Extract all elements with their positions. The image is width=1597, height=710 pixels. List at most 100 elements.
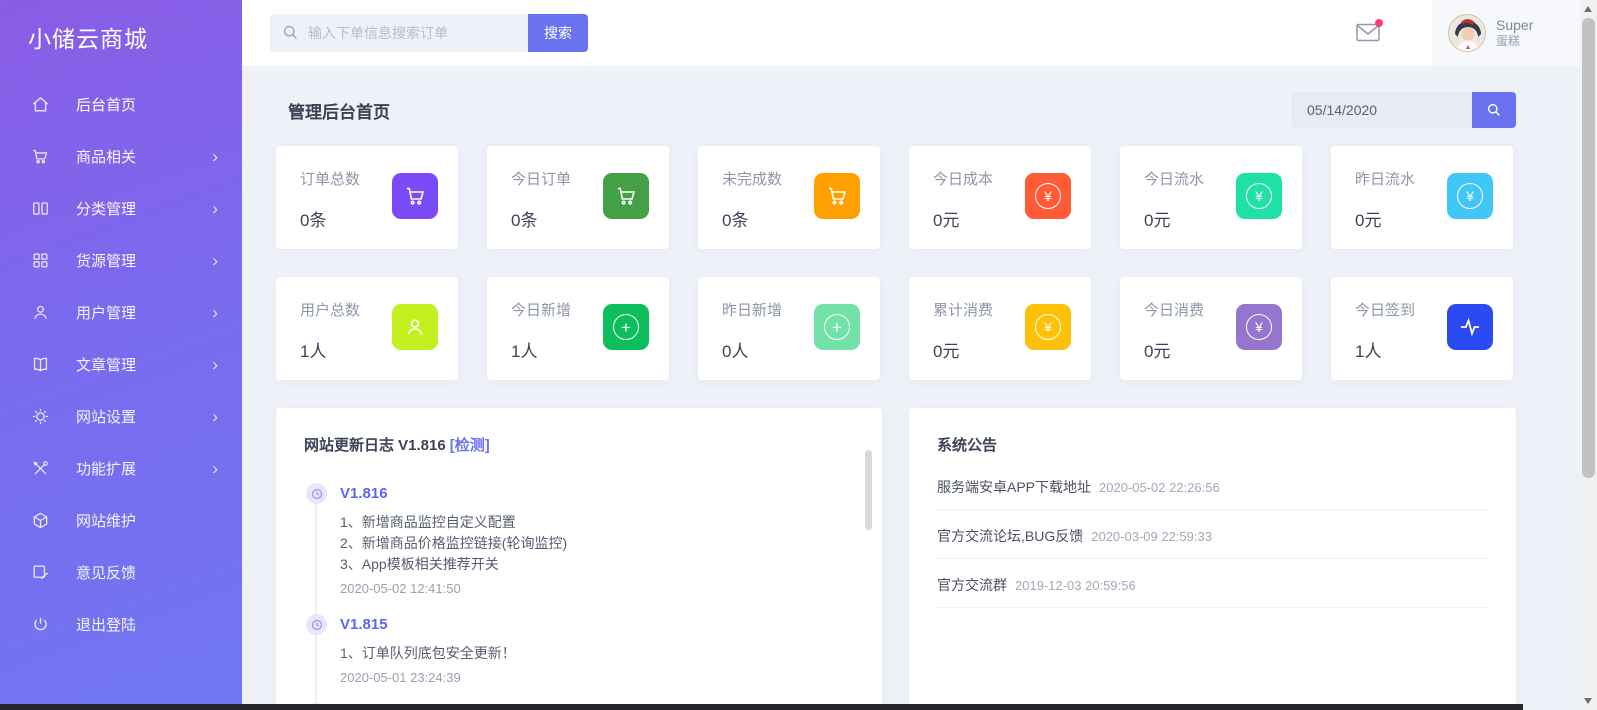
home-icon (30, 94, 50, 114)
sidebar-item-products[interactable]: 商品相关 › (0, 130, 242, 182)
announcement-time: 2019-12-03 20:59:56 (1015, 578, 1136, 593)
clock-icon (306, 614, 327, 635)
chevron-right-icon: › (212, 356, 218, 373)
panel-scrollbar-thumb[interactable] (865, 450, 872, 530)
stat-card-today-orders: 今日订单 0条 (487, 146, 669, 249)
sidebar-item-maintenance[interactable]: 网站维护 (0, 494, 242, 546)
sidebar-item-articles[interactable]: 文章管理 › (0, 338, 242, 390)
changelog-panel: 网站更新日志 V1.816[检测] V1.816 1、新增商品监控自定义配置 2… (276, 408, 882, 710)
stat-label: 累计消费 (933, 299, 993, 320)
stat-card-today-spend: 今日消费 0元 ¥ (1120, 277, 1302, 380)
announcement-time: 2020-05-02 22:26:56 (1099, 480, 1220, 495)
sidebar-item-extensions[interactable]: 功能扩展 › (0, 442, 242, 494)
power-icon (30, 614, 50, 634)
stat-value: 0元 (1144, 206, 1170, 231)
stat-value: 1人 (1355, 337, 1381, 362)
sidebar-item-users[interactable]: 用户管理 › (0, 286, 242, 338)
change-item: 1、订单队列底包安全更新！ (340, 643, 882, 664)
stat-value: 0元 (933, 337, 959, 362)
sidebar-item-label: 退出登陆 (76, 614, 136, 635)
chevron-right-icon: › (212, 304, 218, 321)
sidebar-item-feedback[interactable]: 意见反馈 (0, 546, 242, 598)
announcements-panel: 系统公告 服务端安卓APP下载地址 2020-05-02 22:26:56 官方交… (909, 408, 1516, 710)
gear-icon (30, 406, 50, 426)
sidebar-item-label: 功能扩展 (76, 458, 136, 479)
stat-label: 用户总数 (300, 299, 360, 320)
scroll-down-arrow-icon[interactable] (1584, 698, 1592, 704)
sidebar-item-logout[interactable]: 退出登陆 (0, 598, 242, 650)
date-search-button[interactable] (1472, 92, 1516, 128)
stat-value: 0元 (1355, 206, 1381, 231)
tools-icon (30, 458, 50, 478)
plus-icon: + (814, 304, 860, 350)
announcement-text: 官方交流论坛,BUG反馈 (937, 528, 1083, 544)
announcement-text: 官方交流群 (937, 577, 1007, 593)
chevron-right-icon: › (212, 460, 218, 477)
sidebar-item-label: 商品相关 (76, 146, 136, 167)
stat-label: 昨日流水 (1355, 168, 1415, 189)
notification-dot (1375, 19, 1383, 27)
change-item: 2、新增商品价格监控链接(轮询监控) (340, 533, 882, 554)
sidebar-item-label: 用户管理 (76, 302, 136, 323)
stat-card-today-cost: 今日成本 0元 ¥ (909, 146, 1091, 249)
user-role: 蛋糕 (1496, 34, 1533, 49)
search-icon (1486, 102, 1502, 118)
page-head: 管理后台首页 (288, 92, 1516, 128)
cart-icon (392, 173, 438, 219)
stat-card-yesterday-revenue: 昨日流水 0元 ¥ (1331, 146, 1513, 249)
user-info: Super 蛋糕 (1496, 17, 1533, 50)
pulse-icon (1447, 304, 1493, 350)
stats-grid: 订单总数 0条 今日订单 0条 未完成数 0条 (276, 146, 1580, 380)
changelog-entry: V1.815 1、订单队列底包安全更新！ 2020-05-01 23:24:39 (306, 616, 882, 685)
date-filter (1292, 92, 1516, 128)
cube-icon (30, 510, 50, 530)
announcements-title: 系统公告 (909, 408, 1516, 455)
app-logo: 小储云商城 (0, 0, 242, 54)
check-update-link[interactable]: [检测] (450, 437, 490, 454)
announcement-text: 服务端安卓APP下载地址 (937, 479, 1091, 495)
grid-icon (30, 250, 50, 270)
date-input[interactable] (1292, 92, 1472, 128)
main-content: 管理后台首页 订单总数 0条 (242, 66, 1580, 710)
sidebar-item-sources[interactable]: 货源管理 › (0, 234, 242, 286)
stat-value: 0元 (1144, 337, 1170, 362)
search-input[interactable] (270, 14, 528, 52)
changelog-entry: V1.816 1、新增商品监控自定义配置 2、新增商品价格监控链接(轮询监控) … (306, 485, 882, 596)
change-timestamp: 2020-05-01 23:24:39 (340, 670, 882, 685)
page-title: 管理后台首页 (288, 98, 390, 123)
mail-icon[interactable] (1356, 23, 1380, 43)
sidebar-item-label: 分类管理 (76, 198, 136, 219)
version-label: V1.816 (340, 485, 882, 502)
scrollbar-thumb[interactable] (1582, 18, 1595, 478)
sidebar-item-settings[interactable]: 网站设置 › (0, 390, 242, 442)
scroll-up-arrow-icon[interactable] (1584, 6, 1592, 12)
user-icon (30, 302, 50, 322)
cart-icon (603, 173, 649, 219)
announcement-item[interactable]: 官方交流群 2019-12-03 20:59:56 (937, 559, 1488, 608)
stat-value: 1人 (300, 337, 326, 362)
announcement-time: 2020-03-09 22:59:33 (1091, 529, 1212, 544)
window-bottom-edge (0, 704, 1523, 710)
stat-label: 今日签到 (1355, 299, 1415, 320)
stat-value: 0条 (300, 206, 326, 231)
user-menu[interactable]: Super 蛋糕 (1432, 0, 1580, 66)
stat-value: 0条 (722, 206, 748, 231)
announcement-item[interactable]: 服务端安卓APP下载地址 2020-05-02 22:26:56 (937, 461, 1488, 510)
announcement-item[interactable]: 官方交流论坛,BUG反馈 2020-03-09 22:59:33 (937, 510, 1488, 559)
cart-icon (30, 146, 50, 166)
stat-label: 订单总数 (300, 168, 360, 189)
stats-row-1: 订单总数 0条 今日订单 0条 未完成数 0条 (276, 146, 1580, 249)
stat-card-unfinished: 未完成数 0条 (698, 146, 880, 249)
sidebar: 小储云商城 后台首页 商品相关 › 分类管理 › (0, 0, 242, 710)
stat-card-total-spend: 累计消费 0元 ¥ (909, 277, 1091, 380)
page-scrollbar[interactable] (1580, 0, 1597, 710)
stat-card-total-users: 用户总数 1人 (276, 277, 458, 380)
change-timestamp: 2020-05-02 12:41:50 (340, 581, 882, 596)
sidebar-item-label: 货源管理 (76, 250, 136, 271)
stat-value: 1人 (511, 337, 537, 362)
changelog-timeline: V1.816 1、新增商品监控自定义配置 2、新增商品价格监控链接(轮询监控) … (306, 485, 882, 710)
sidebar-item-categories[interactable]: 分类管理 › (0, 182, 242, 234)
sidebar-item-dashboard[interactable]: 后台首页 (0, 78, 242, 130)
stat-label: 今日流水 (1144, 168, 1204, 189)
search-button[interactable]: 搜索 (528, 14, 588, 52)
